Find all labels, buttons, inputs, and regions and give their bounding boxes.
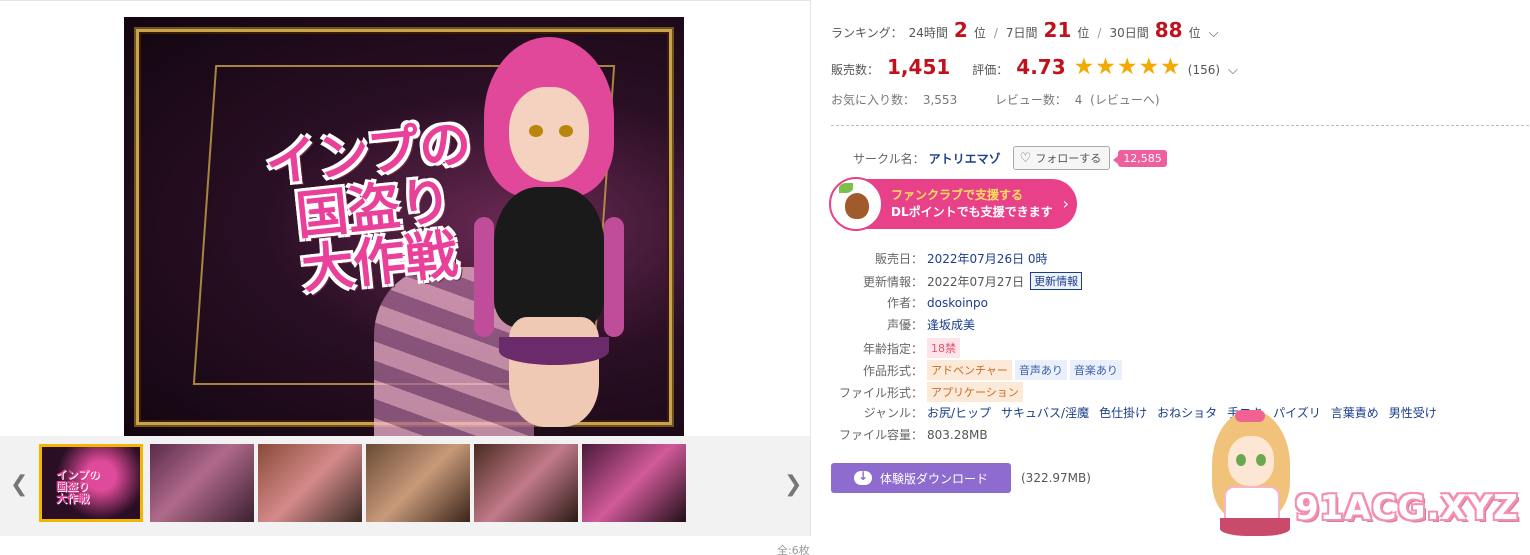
spec-key: 作品形式： <box>862 363 923 378</box>
voice-actor-link[interactable]: 逢坂成美 <box>927 316 975 333</box>
thumbnail-2[interactable] <box>150 444 254 522</box>
ranking-7d-label: 7日間 <box>1005 26 1038 40</box>
ranking-24h-label: 24時間 <box>908 26 948 40</box>
fanclub-banner[interactable]: ファンクラブで支援する DLポイントでも支援できます › <box>829 177 1077 231</box>
rating-count: (156) <box>1187 63 1221 77</box>
spec-key: ファイル容量： <box>838 428 923 442</box>
spec-row-author: 作者： doskoinpo <box>831 294 988 311</box>
divider <box>831 125 1529 126</box>
acorn-logo-icon <box>829 177 883 231</box>
spec-row-update: 更新情報： 2022年07月27日 更新情報 <box>831 272 1083 290</box>
cloud-download-icon <box>853 469 872 485</box>
thumbnail-strip: ❮ インプの 国盗り 大作戦 ❯ <box>0 436 811 536</box>
spec-key: ファイル形式： <box>838 385 923 400</box>
author-link[interactable]: doskoinpo <box>927 296 988 310</box>
spec-row-release: 販売日： 2022年07月26日 0時 <box>831 250 1048 267</box>
review-link[interactable]: (レビューへ) <box>1090 93 1159 107</box>
spec-row-age: 年齢指定： 18禁 <box>831 338 963 358</box>
spec-key: 声優： <box>886 318 923 332</box>
thumbnail-title-art: インプの 国盗り 大作戦 <box>56 468 100 506</box>
rating-value: 4.73 <box>1016 55 1066 79</box>
follow-button-label: フォローする <box>1035 152 1102 165</box>
review-count-label: レビュー数： <box>994 93 1067 107</box>
product-gallery: インプの 国盗り 大作戦 ❮ インプの 国盗り 大作戦 ❯ 全:6枚 <box>0 0 811 555</box>
trial-download-label: 体験版ダウンロード <box>879 471 988 486</box>
ranking-row: ランキング： 24時間 2 位 / 7日間 21 位 / 30日間 88 位 ⌵ <box>831 18 1218 42</box>
ranking-30d-value: 88 <box>1154 18 1183 42</box>
spec-key: 販売日： <box>874 252 923 266</box>
circle-label: サークル名： <box>853 151 925 166</box>
sales-label: 販売数： <box>831 63 880 77</box>
spec-row-format: 作品形式： アドベンチャー 音声あり 音楽あり <box>831 360 1125 380</box>
fanclub-line-1: ファンクラブで支援する <box>891 188 1024 203</box>
favorites-label: お気に入り数： <box>831 93 916 107</box>
circle-row: サークル名： アトリエマゾ ♡ フォローする 12,585 <box>853 146 1167 170</box>
file-size: 803.28MB <box>927 427 988 442</box>
review-count-value: 4 <box>1074 93 1083 107</box>
thumbnail-4[interactable] <box>366 444 470 522</box>
work-format-chip[interactable]: 音声あり <box>1014 360 1067 380</box>
favorites-value: 3,553 <box>922 93 958 107</box>
ranking-30d-unit: 位 <box>1188 26 1201 40</box>
genre-tag[interactable]: お尻/ヒップ <box>927 404 991 421</box>
follow-button[interactable]: ♡ フォローする <box>1012 146 1111 170</box>
rating-label: 評価： <box>972 63 1009 77</box>
spec-key: 年齢指定： <box>862 341 923 356</box>
spec-key: 作者： <box>886 296 923 310</box>
chevron-right-icon[interactable]: ❯ <box>784 474 802 496</box>
ranking-30d-label: 30日間 <box>1109 26 1149 40</box>
rating-stars: ★★★★★ <box>1073 54 1182 80</box>
trial-download-size: (322.97MB) <box>1021 471 1091 485</box>
genre-tag[interactable]: 色仕掛け <box>1099 404 1147 421</box>
spec-row-size: ファイル容量： 803.28MB <box>831 426 988 443</box>
ranking-separator: / <box>1097 26 1102 40</box>
title-logo: インプの 国盗り 大作戦 <box>256 114 492 302</box>
spec-row-file: ファイル形式： アプリケーション <box>831 382 1026 402</box>
work-format-chip[interactable]: アドベンチャー <box>927 360 1012 380</box>
ranking-7d-value: 21 <box>1043 18 1072 42</box>
ranking-label: ランキング： <box>831 26 903 40</box>
release-date-link[interactable]: 2022年07月26日 0時 <box>927 250 1048 267</box>
chevron-right-icon: › <box>1062 194 1069 213</box>
chevron-down-icon[interactable]: ⌵ <box>1228 63 1238 78</box>
thumbnail-count: 全:6枚 <box>777 544 810 555</box>
main-image-frame: インプの 国盗り 大作戦 <box>0 0 811 437</box>
chevron-left-icon[interactable]: ❮ <box>10 474 28 496</box>
favorites-row: お気に入り数： 3,553 レビュー数： 4 (レビューへ) <box>831 91 1164 108</box>
thumbnail-1[interactable]: インプの 国盗り 大作戦 <box>39 444 143 522</box>
ranking-separator: / <box>993 26 998 40</box>
trial-download-button[interactable]: 体験版ダウンロード <box>831 463 1011 493</box>
fanclub-line-2: DLポイントでも支援できます <box>891 205 1053 219</box>
thumbnail-6[interactable] <box>582 444 686 522</box>
ranking-24h-unit: 位 <box>973 26 986 40</box>
thumbnail-5[interactable] <box>474 444 578 522</box>
update-info-badge[interactable]: 更新情報 <box>1030 272 1083 290</box>
update-date: 2022年07月27日 <box>927 274 1025 289</box>
spec-row-voice: 声優： 逢坂成美 <box>831 316 975 333</box>
genre-tag[interactable]: サキュバス/淫魔 <box>1001 404 1089 421</box>
watermark: 91ACG.XYZ <box>1190 410 1520 550</box>
chevron-down-icon[interactable]: ⌵ <box>1209 26 1219 41</box>
work-format-chip[interactable]: 音楽あり <box>1069 360 1122 380</box>
spec-key: 更新情報： <box>862 274 923 289</box>
ranking-7d-unit: 位 <box>1077 26 1090 40</box>
age-rating-chip[interactable]: 18禁 <box>927 338 960 358</box>
spec-key: ジャンル： <box>863 406 923 420</box>
watermark-text: 91ACG.XYZ <box>1295 488 1519 528</box>
main-product-image[interactable]: インプの 国盗り 大作戦 <box>124 17 684 437</box>
thumbnail-3[interactable] <box>258 444 362 522</box>
heart-icon: ♡ <box>1019 150 1032 166</box>
circle-name-link[interactable]: アトリエマゾ <box>929 150 1001 167</box>
file-format-chip[interactable]: アプリケーション <box>927 382 1023 402</box>
sales-row: 販売数： 1,451 評価： 4.73 ★★★★★ (156) ⌵ <box>831 54 1238 80</box>
sales-value: 1,451 <box>887 55 951 79</box>
ranking-24h-value: 2 <box>953 18 968 42</box>
follower-count: 12,585 <box>1113 149 1167 167</box>
